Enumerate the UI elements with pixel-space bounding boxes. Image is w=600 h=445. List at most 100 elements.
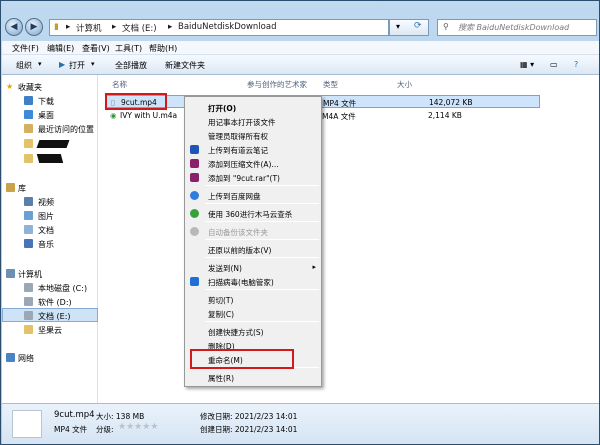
command-bar: 组织 ▾ ▶ 打开 ▾ 全部播放 新建文件夹 ▦ ▾ ▭ ? [2, 55, 599, 75]
column-header-row: 名称 参与创作的艺术家 类型 大小 [100, 75, 599, 91]
nav-music[interactable]: 音乐 [2, 237, 98, 251]
documents-library-icon [24, 225, 33, 234]
audio-file-icon: ◉ [110, 111, 117, 120]
youdao-icon [190, 145, 199, 154]
breadcrumb-computer[interactable]: 计算机 [76, 22, 102, 34]
breadcrumb-drive[interactable]: 文档 (E:) [122, 22, 157, 34]
nav-desktop[interactable]: 桌面 [2, 108, 98, 122]
search-placeholder: 搜索 BaiduNetdiskDownload [458, 23, 570, 32]
help-icon[interactable]: ? [574, 60, 578, 69]
menu-file[interactable]: 文件(F) [12, 43, 39, 54]
breadcrumb-sep-icon: ▸ [112, 22, 117, 32]
menu-properties[interactable]: 属性(R) [186, 371, 320, 384]
nav-favorites[interactable]: ★ 收藏夹 [2, 80, 98, 94]
forward-button[interactable]: ▶ [25, 18, 43, 36]
menu-separator [205, 221, 319, 222]
menu-create-shortcut[interactable]: 创建快捷方式(S) [186, 325, 320, 338]
nav-redacted-2[interactable] [2, 152, 98, 166]
star-icon: ★ [118, 422, 127, 432]
menu-separator [205, 185, 319, 186]
status-modified: 修改日期: 2021/2/23 14:01 [200, 412, 298, 421]
file-row[interactable]: ◉ IVY with U.m4a M4A 文件 2,114 KB [106, 109, 540, 122]
baidu-netdisk-icon [190, 191, 199, 200]
preview-pane-icon[interactable]: ▭ [550, 60, 558, 69]
menu-add-archive[interactable]: 添加到压缩文件(A)... [186, 157, 320, 170]
computer-icon [6, 269, 15, 278]
dropdown-icon: ▾ [396, 22, 401, 31]
refresh-button[interactable]: ▾ ⟳ [389, 19, 429, 36]
folder-icon [24, 325, 33, 334]
highlight-box-file [105, 93, 167, 110]
menu-take-ownership[interactable]: 管理员取得所有权 [186, 129, 320, 142]
menu-open[interactable]: 打开(O) [186, 101, 320, 114]
rating-stars[interactable]: ★★★★★ [118, 422, 158, 432]
menu-youdao-note[interactable]: 上传到有道云笔记 [186, 143, 320, 156]
360-icon [190, 209, 199, 218]
status-rating-label: 分级: [96, 425, 114, 434]
star-icon: ★ [126, 422, 135, 432]
nav-redacted-1[interactable] [2, 137, 98, 151]
menu-copy[interactable]: 复制(C) [186, 307, 320, 320]
star-icon: ★ [6, 82, 14, 91]
star-icon: ★ [150, 422, 159, 432]
open-button[interactable]: 打开 [69, 60, 85, 71]
redacted-label [36, 140, 70, 148]
menu-add-rar[interactable]: 添加到 "9cut.rar"(T) [186, 171, 320, 184]
pictures-library-icon [24, 211, 33, 220]
address-bar[interactable]: ▮ ▸ 计算机 ▸ 文档 (E:) ▸ BaiduNetdiskDownload [49, 19, 389, 36]
folder-icon: ▮ [54, 22, 59, 32]
menu-restore-versions[interactable]: 还原以前的版本(V) [186, 243, 320, 256]
nav-videos[interactable]: 视频 [2, 195, 98, 209]
nav-network[interactable]: 网络 [2, 351, 98, 365]
menu-360-scan[interactable]: 使用 360进行木马云查杀 [186, 207, 320, 220]
new-folder-button[interactable]: 新建文件夹 [165, 60, 205, 71]
menu-view[interactable]: 查看(V) [82, 43, 110, 54]
search-input[interactable]: ⚲ 搜索 BaiduNetdiskDownload [437, 19, 597, 36]
download-folder-icon [24, 96, 33, 105]
status-filetype: MP4 文件 [54, 425, 88, 434]
nav-drive-d[interactable]: 软件 (D:) [2, 295, 98, 309]
nav-computer[interactable]: 计算机 [2, 267, 98, 281]
network-icon [6, 353, 15, 362]
back-button[interactable]: ◀ [5, 18, 23, 36]
nav-recent[interactable]: 最近访问的位置 [2, 122, 98, 136]
menu-separator [205, 203, 319, 204]
menu-bar: 文件(F) 编辑(E) 查看(V) 工具(T) 帮助(H) [2, 41, 599, 55]
winrar-icon [190, 173, 199, 182]
pc-manager-icon [190, 277, 199, 286]
file-row[interactable]: ▯ 9cut.mp4 MP4 文件 142,072 KB [106, 95, 540, 108]
view-options-icon[interactable]: ▦ ▾ [520, 60, 534, 69]
column-name[interactable]: 名称 [112, 79, 127, 90]
nav-library[interactable]: 库 [2, 181, 98, 195]
nav-drive-e[interactable]: 文档 (E:) [2, 308, 98, 322]
explorer-window: ◀ ▶ ▮ ▸ 计算机 ▸ 文档 (E:) ▸ BaiduNetdiskDown… [0, 0, 600, 445]
breadcrumb-folder[interactable]: BaiduNetdiskDownload [178, 22, 276, 32]
submenu-arrow-icon: ▸ [312, 263, 316, 271]
column-type[interactable]: 类型 [323, 79, 338, 90]
menu-help[interactable]: 帮助(H) [149, 43, 177, 54]
breadcrumb-sep-icon: ▸ [66, 22, 71, 32]
nav-drive-c[interactable]: 本地磁盘 (C:) [2, 281, 98, 295]
nav-downloads[interactable]: 下载 [2, 94, 98, 108]
menu-baidu-netdisk[interactable]: 上传到百度网盘 [186, 189, 320, 202]
column-artist[interactable]: 参与创作的艺术家 [247, 79, 307, 90]
menu-edit[interactable]: 编辑(E) [47, 43, 74, 54]
nav-pictures[interactable]: 图片 [2, 209, 98, 223]
menu-open-notepad[interactable]: 用记事本打开该文件 [186, 115, 320, 128]
address-row: ◀ ▶ ▮ ▸ 计算机 ▸ 文档 (E:) ▸ BaiduNetdiskDown… [5, 16, 597, 38]
play-all-button[interactable]: 全部播放 [115, 60, 147, 71]
music-library-icon [24, 239, 33, 248]
drive-icon [24, 311, 33, 320]
menu-scan-virus[interactable]: 扫描病毒(电脑管家) [186, 275, 320, 288]
column-size[interactable]: 大小 [397, 79, 412, 90]
status-created: 创建日期: 2021/2/23 14:01 [200, 425, 298, 434]
chevron-down-icon: ▾ [91, 60, 95, 68]
organize-button[interactable]: 组织 [16, 60, 32, 71]
menu-tools[interactable]: 工具(T) [115, 43, 142, 54]
menu-send-to[interactable]: 发送到(N) ▸ [186, 261, 320, 274]
nav-documents[interactable]: 文档 [2, 223, 98, 237]
nav-jianguoyun[interactable]: 坚果云 [2, 323, 98, 337]
menu-cut[interactable]: 剪切(T) [186, 293, 320, 306]
drive-icon [24, 297, 33, 306]
menu-separator [205, 289, 319, 290]
